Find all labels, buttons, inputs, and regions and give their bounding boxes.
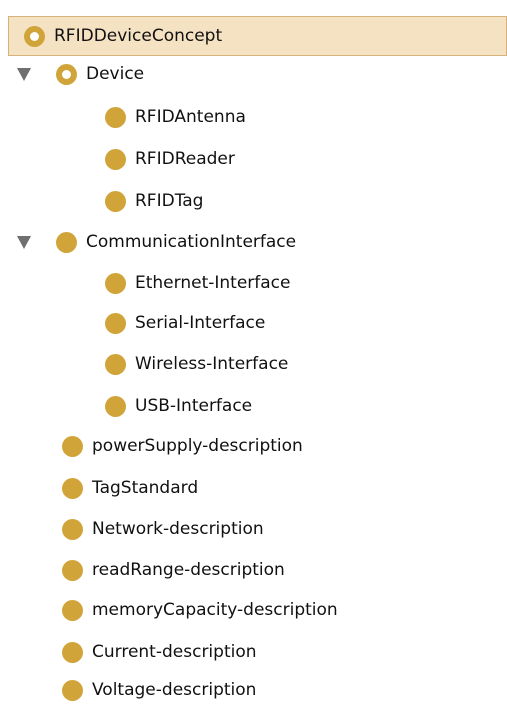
tree-node-label: USB-Interface [135,396,253,416]
class-icon [62,599,83,621]
tree-node-label: Device [86,64,145,84]
tree-node-tagstandard[interactable]: TagStandard [62,467,198,509]
tree-node-rfidantenna[interactable]: RFIDAntenna [105,96,246,138]
tree-node-current-description[interactable]: Current-description [62,631,257,673]
tree-node-label: Wireless-Interface [135,354,289,374]
class-icon [105,272,126,294]
class-icon [105,312,126,334]
expanded-triangle-icon[interactable] [17,236,31,249]
anchor-class-icon [24,25,45,47]
tree-node-rfidreader[interactable]: RFIDReader [105,138,235,180]
tree-node-label: RFIDAntenna [135,107,246,127]
class-hierarchy-tree: RFIDDeviceConcept Device RFIDAntenna RFI… [0,0,507,711]
tree-node-rfiddeviceconcept[interactable]: RFIDDeviceConcept [8,16,507,56]
class-icon [105,395,126,417]
tree-node-label: Voltage-description [92,680,257,700]
tree-node-label: powerSupply-description [92,436,303,456]
tree-node-rfidtag[interactable]: RFIDTag [105,180,203,222]
class-icon [62,518,83,540]
class-icon [62,679,83,701]
anchor-class-icon [56,63,77,85]
class-icon [62,641,83,663]
tree-node-usb-interface[interactable]: USB-Interface [105,385,252,427]
tree-node-label: CommunicationInterface [86,232,297,252]
tree-node-label: readRange-description [92,560,285,580]
class-icon [105,353,126,375]
tree-node-wireless-interface[interactable]: Wireless-Interface [105,343,288,385]
class-icon [105,148,126,170]
expanded-triangle-icon[interactable] [17,68,31,81]
tree-node-label: Ethernet-Interface [135,273,291,293]
tree-node-label: Network-description [92,519,264,539]
class-icon [56,231,77,253]
tree-node-label: RFIDTag [135,191,204,211]
tree-node-device[interactable]: Device [17,53,144,95]
class-icon [105,190,126,212]
tree-node-network-description[interactable]: Network-description [62,508,264,550]
class-icon [62,435,83,457]
class-icon [62,477,83,499]
tree-node-readrange-description[interactable]: readRange-description [62,549,285,591]
tree-node-communicationinterface[interactable]: CommunicationInterface [17,221,296,263]
class-icon [62,559,83,581]
tree-node-label: Serial-Interface [135,313,266,333]
tree-node-ethernet-interface[interactable]: Ethernet-Interface [105,262,290,304]
class-icon [105,106,126,128]
tree-node-serial-interface[interactable]: Serial-Interface [105,302,265,344]
tree-node-label: memoryCapacity-description [92,600,338,620]
tree-node-label: RFIDDeviceConcept [54,26,223,46]
tree-node-powersupply-description[interactable]: powerSupply-description [62,425,303,467]
tree-node-label: RFIDReader [135,149,235,169]
tree-node-label: Current-description [92,642,257,662]
tree-node-voltage-description[interactable]: Voltage-description [62,669,256,711]
tree-node-memorycapacity-description[interactable]: memoryCapacity-description [62,589,338,631]
tree-node-label: TagStandard [92,478,199,498]
